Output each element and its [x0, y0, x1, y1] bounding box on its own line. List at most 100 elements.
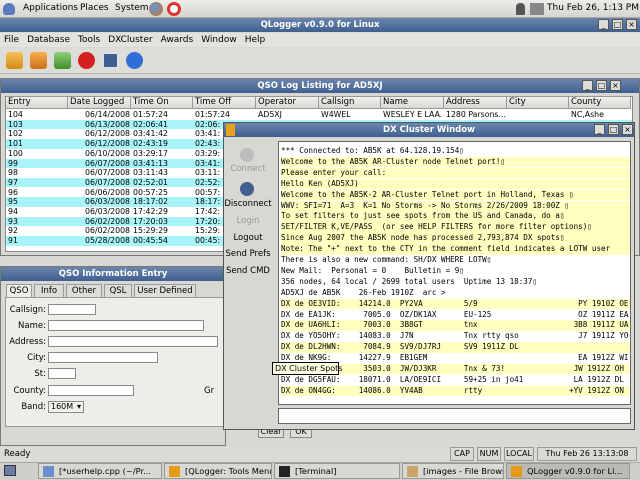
city-label: City: — [27, 353, 46, 363]
menu-database[interactable]: Database — [23, 35, 74, 45]
system-menu[interactable]: System — [110, 3, 154, 13]
address-input[interactable] — [48, 336, 218, 347]
table-cell: 01:57:24 — [195, 110, 231, 119]
taskbar-item-qlogger[interactable]: QLogger v0.9.0 for Li... — [506, 463, 630, 479]
county-input[interactable] — [48, 385, 134, 396]
open-folder-icon[interactable] — [30, 52, 47, 69]
column-header[interactable]: Callsign — [319, 96, 381, 109]
terminal-line: Please enter your call: — [281, 167, 630, 179]
dx-cluster-titlebar[interactable]: DX Cluster Window — [224, 123, 634, 137]
connect-icon[interactable] — [240, 148, 254, 162]
command-input[interactable] — [278, 408, 631, 424]
close-button[interactable]: × — [626, 19, 637, 30]
firefox-launcher-icon[interactable] — [149, 2, 163, 16]
menu-tools[interactable]: Tools — [74, 35, 104, 45]
dx-minimize-button[interactable]: _ — [594, 124, 605, 135]
table-cell: 06/03/2008 — [85, 197, 130, 207]
send-cmd-button[interactable]: Send CMD — [224, 266, 272, 276]
menu-awards[interactable]: Awards — [157, 35, 198, 45]
qso-info-titlebar[interactable]: QSO Information Entry — [1, 267, 225, 281]
clock[interactable]: Thu Feb 26, 1:13 PM — [547, 3, 639, 13]
menu-dxcluster[interactable]: DXCluster — [104, 35, 156, 45]
disconnect-icon[interactable] — [240, 182, 254, 196]
tooltip: DX Cluster Spots — [272, 362, 342, 375]
callsign-label: Callsign: — [9, 305, 46, 315]
column-header[interactable]: Date Logged — [68, 96, 131, 109]
qso-log-minimize-button[interactable]: _ — [582, 80, 593, 91]
tab-user-defined[interactable]: User Defined — [134, 284, 196, 297]
column-header[interactable]: Entry — [6, 96, 68, 109]
main-window-titlebar[interactable]: QLogger v0.9.0 for Linux — [0, 18, 640, 32]
name-input[interactable] — [48, 320, 204, 331]
tab-qso[interactable]: QSO — [6, 284, 32, 297]
column-header[interactable]: City — [507, 96, 569, 109]
disconnect-button[interactable]: Disconnect — [224, 199, 272, 209]
main-window-title: QLogger v0.9.0 for Linux — [260, 20, 380, 30]
stop-icon[interactable] — [78, 52, 95, 69]
st-input[interactable] — [48, 368, 76, 379]
terminal-line: Since Aug 2007 the AB5K node has process… — [281, 233, 630, 244]
gnome-top-panel: Applications Places System Thu Feb 26, 1… — [0, 0, 640, 18]
logout-button[interactable]: Logout — [226, 233, 270, 243]
qso-log-close-button[interactable]: × — [610, 80, 621, 91]
network-icon[interactable] — [530, 3, 544, 15]
local-indicator: LOCAL — [504, 447, 534, 461]
table-cell: 03:29:17 — [133, 148, 169, 158]
qso-log-maximize-button[interactable]: □ — [596, 80, 607, 91]
column-header[interactable]: County — [569, 96, 631, 109]
dx-cluster-title: DX Cluster Window — [383, 125, 475, 135]
column-header[interactable]: Name — [381, 96, 444, 109]
table-cell: 06/12/2008 — [85, 129, 130, 139]
login-button[interactable]: Login — [226, 216, 270, 226]
name-label: Name: — [18, 321, 46, 331]
table-cell: 03:41:13 — [133, 158, 169, 168]
user-icon[interactable] — [516, 3, 525, 15]
city-input[interactable] — [48, 352, 158, 363]
help-icon[interactable] — [126, 52, 143, 69]
table-cell: 03:41:42 — [133, 129, 169, 139]
foot-icon[interactable] — [3, 3, 15, 15]
column-header[interactable]: Time Off — [193, 96, 256, 109]
column-header[interactable]: Address — [444, 96, 507, 109]
show-desktop-icon[interactable] — [4, 465, 16, 476]
taskbar-item-editor[interactable]: [*userhelp.cpp (~/Pr... — [38, 463, 162, 479]
county-label: County: — [13, 386, 46, 396]
menu-bar: File Database Tools DXCluster Awards Win… — [0, 33, 640, 47]
table-cell: 17:42:29 — [133, 207, 169, 216]
gr-label: Gr — [204, 386, 215, 396]
dx-maximize-button[interactable]: □ — [608, 124, 619, 135]
terminal-line: There is also a new command: SH/DX WHERE… — [281, 255, 492, 264]
minimize-button[interactable]: _ — [598, 19, 609, 30]
help-launcher-icon[interactable] — [167, 2, 181, 16]
taskbar-item-file-browser[interactable]: [images - File Browser] — [402, 463, 504, 479]
tab-other[interactable]: Other — [66, 284, 102, 297]
new-log-icon[interactable] — [6, 52, 23, 69]
band-select[interactable]: 160M ▾ — [48, 401, 84, 413]
menu-help[interactable]: Help — [241, 35, 270, 45]
export-icon[interactable] — [54, 52, 71, 69]
table-cell: 91 — [8, 236, 18, 246]
applications-menu[interactable]: Applications — [18, 3, 83, 13]
terminal-line: DX de ON4GG: 14086.0 YV4AB rtty +YV 1912… — [281, 385, 630, 397]
send-prefs-button[interactable]: Send Prefs — [224, 249, 272, 259]
taskbar-item-terminal[interactable]: [Terminal] — [274, 463, 400, 479]
tab-qsl[interactable]: QSL — [104, 284, 132, 297]
table-cell: WESLEY E LAA... — [383, 110, 443, 119]
table-cell: 92 — [8, 226, 18, 236]
table-cell: 06/02/2008 — [85, 226, 130, 236]
taskbar-item-qlogger-tools[interactable]: [QLogger: Tools Menu... — [164, 463, 272, 479]
menu-window[interactable]: Window — [197, 35, 241, 45]
table-row[interactable]: 104 06/14/2008 01:57:24 01:57:24 AD5XJ W4WEL W… — [6, 110, 632, 120]
column-header[interactable]: Time On — [131, 96, 193, 109]
window-icon[interactable] — [102, 52, 119, 69]
connect-button[interactable]: Connect — [226, 164, 270, 174]
qso-log-titlebar[interactable]: QSO Log Listing for AD5XJ — [1, 79, 639, 93]
menu-file[interactable]: File — [0, 35, 23, 45]
dx-close-button[interactable]: × — [622, 124, 633, 135]
column-header[interactable]: Operator — [256, 96, 319, 109]
places-menu[interactable]: Places — [75, 3, 114, 13]
table-cell: 15:29:29 — [133, 226, 169, 236]
tab-info[interactable]: Info — [34, 284, 64, 297]
maximize-button[interactable]: □ — [612, 19, 623, 30]
callsign-input[interactable] — [48, 304, 96, 315]
